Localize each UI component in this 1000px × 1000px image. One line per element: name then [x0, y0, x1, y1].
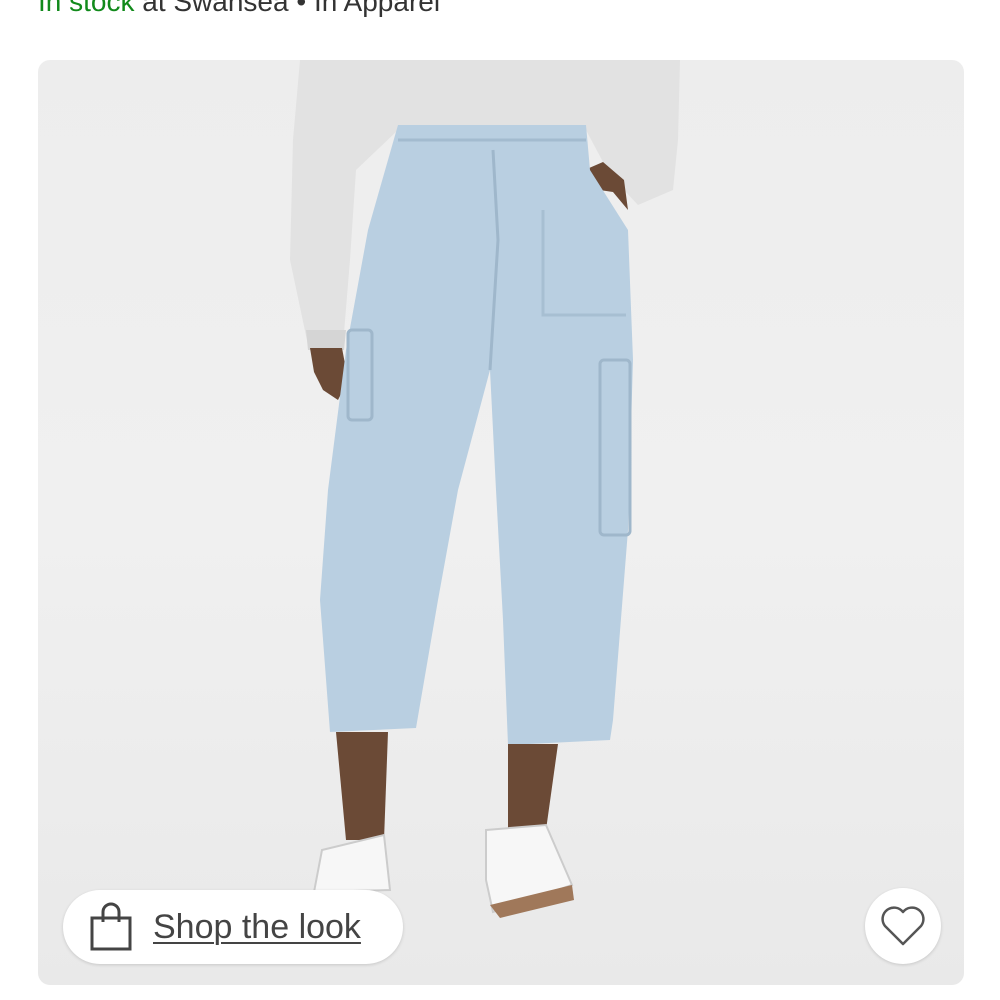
separator-dot: • [288, 0, 314, 17]
category-label: In Apparel [313, 0, 441, 17]
availability-line: In stock at Swansea • In Apparel [38, 0, 440, 18]
product-image[interactable] [38, 60, 964, 985]
heart-icon [881, 906, 925, 946]
left-sneaker [312, 833, 392, 894]
left-leg [336, 732, 388, 840]
favorite-button[interactable] [865, 888, 941, 964]
cargo-pants [320, 125, 633, 745]
shopping-bag-icon [90, 902, 132, 951]
right-leg [508, 744, 558, 830]
store-location[interactable]: at Swansea [134, 0, 288, 17]
product-photo [290, 60, 680, 918]
stock-status: In stock [38, 0, 135, 17]
shop-the-look-label: Shop the look [153, 907, 361, 946]
shop-the-look-button[interactable]: Shop the look [63, 890, 403, 964]
